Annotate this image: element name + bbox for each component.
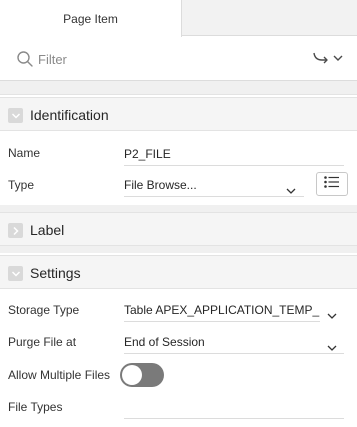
type-select[interactable]: File Browse... — [124, 173, 304, 197]
search-icon — [16, 50, 34, 68]
section-identification-title: Identification — [30, 107, 109, 123]
divider — [0, 246, 357, 253]
filter-bar — [0, 37, 357, 80]
file-types-label: File Types — [8, 400, 63, 414]
filter-input[interactable] — [38, 47, 278, 71]
divider — [0, 80, 357, 95]
toggle-knob — [122, 365, 142, 385]
type-row: Type File Browse... — [0, 169, 357, 201]
purge-file-row: Purge File at End of Session — [0, 326, 357, 358]
go-to-group-button[interactable] — [312, 48, 348, 70]
file-types-field[interactable] — [124, 395, 344, 419]
storage-type-row: Storage Type Table APEX_APPLICATION_TEMP… — [0, 294, 357, 326]
list-icon — [324, 175, 340, 193]
purge-file-select[interactable]: End of Session — [124, 330, 344, 354]
type-label: Type — [8, 178, 35, 192]
section-settings-header[interactable]: Settings — [0, 255, 357, 289]
chevron-down-icon — [327, 339, 337, 351]
storage-type-select[interactable]: Table APEX_APPLICATION_TEMP_FILES — [124, 298, 320, 322]
chevron-right-icon — [8, 223, 23, 238]
tab-page-item-label: Page Item — [63, 11, 118, 26]
divider — [0, 205, 357, 212]
tab-page-item[interactable]: Page Item — [0, 0, 182, 37]
list-of-values-button[interactable] — [316, 172, 348, 196]
section-identification-header[interactable]: Identification — [0, 97, 357, 131]
allow-multiple-label: Allow Multiple Files — [8, 368, 111, 382]
name-row: Name P2_FILE — [0, 137, 357, 169]
section-label-header[interactable]: Label — [0, 212, 357, 246]
chevron-down-icon — [8, 108, 23, 123]
section-settings-title: Settings — [30, 265, 81, 281]
type-select-value: File Browse... — [124, 178, 197, 192]
name-label: Name — [8, 146, 41, 160]
section-label-title: Label — [30, 222, 65, 238]
allow-multiple-toggle[interactable] — [120, 363, 164, 387]
allow-multiple-row: Allow Multiple Files — [0, 359, 357, 391]
chevron-down-icon — [286, 182, 296, 194]
name-field[interactable]: P2_FILE — [124, 142, 344, 166]
purge-file-value: End of Session — [124, 335, 205, 349]
storage-type-value: Table APEX_APPLICATION_TEMP_FILES — [124, 303, 320, 317]
file-types-row: File Types — [0, 391, 357, 423]
go-to-group-icon — [312, 48, 332, 71]
chevron-down-icon — [332, 50, 344, 68]
chevron-down-icon — [327, 307, 337, 319]
storage-type-label: Storage Type — [8, 303, 80, 317]
tab-bar: Page Item — [0, 0, 357, 37]
purge-file-label: Purge File at — [8, 335, 77, 349]
chevron-down-icon — [8, 266, 23, 281]
